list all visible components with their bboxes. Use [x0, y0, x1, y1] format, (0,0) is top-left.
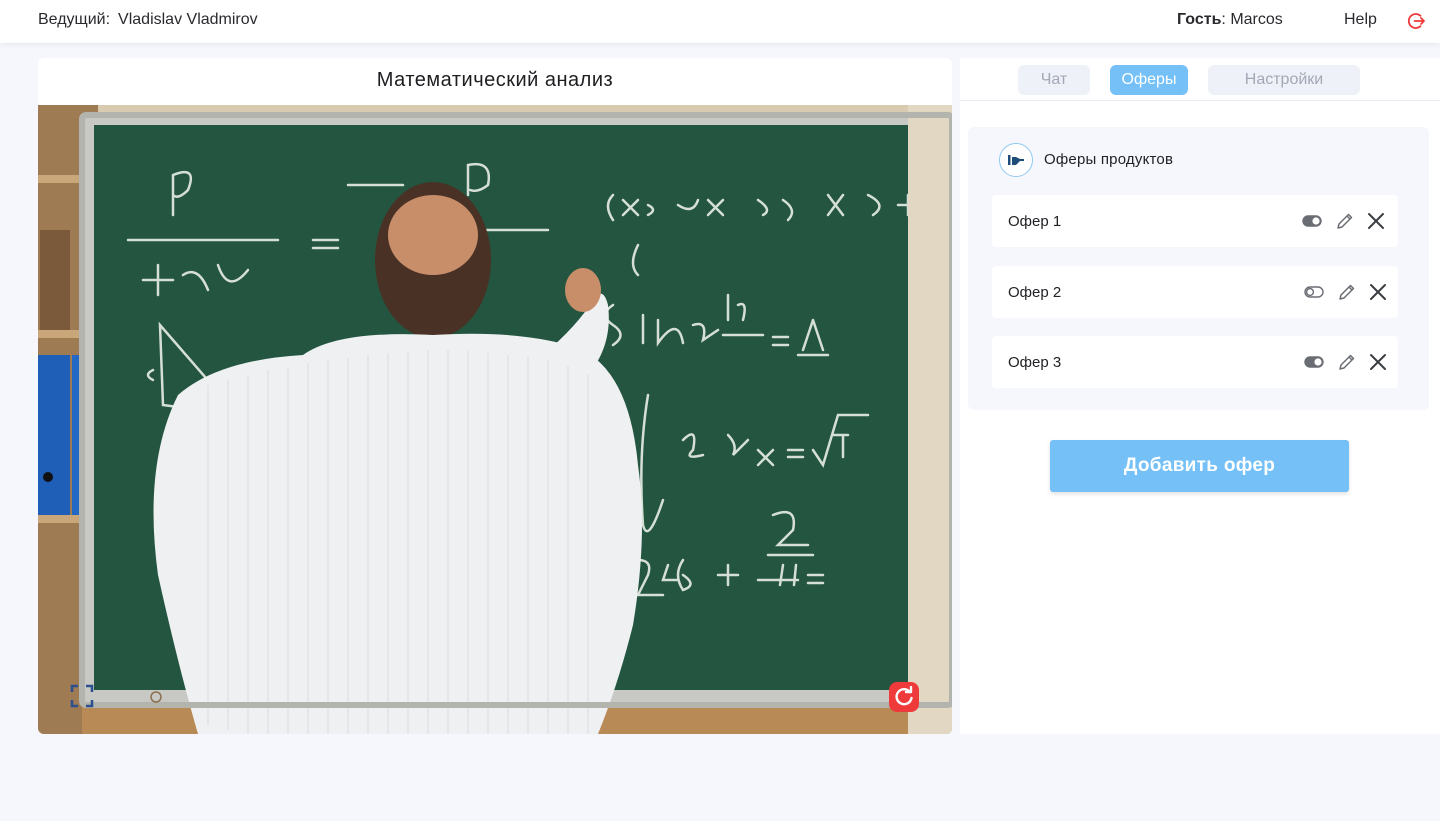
offer-row: Офер 3 [992, 336, 1398, 388]
offer-label: Офер 1 [1008, 213, 1062, 230]
side-panel: Чат Оферы Настройки Оферы продуктов Офер… [960, 58, 1440, 734]
offers-icon [999, 143, 1033, 177]
close-icon[interactable] [1368, 352, 1388, 372]
video-card: Математический анализ [38, 58, 952, 734]
tab-chat[interactable]: Чат [1018, 65, 1090, 95]
refresh-button[interactable] [889, 682, 919, 712]
expand-icon[interactable] [70, 684, 94, 708]
toggle-icon[interactable] [1304, 354, 1324, 370]
guest-separator: : [1221, 11, 1226, 28]
close-icon[interactable] [1366, 211, 1386, 231]
refresh-icon [895, 686, 913, 706]
offer-label: Офер 2 [1008, 284, 1062, 301]
add-offer-button[interactable]: Добавить офер [1050, 440, 1349, 492]
pencil-icon[interactable] [1335, 211, 1355, 231]
top-bar: Ведущий: Vladislav Vladmirov Гость: Marco… [0, 0, 1440, 43]
pencil-icon[interactable] [1337, 282, 1357, 302]
tab-bar: Чат Оферы Настройки [960, 58, 1440, 101]
host-name: Vladislav Vladmirov [118, 11, 258, 28]
tab-settings[interactable]: Настройки [1208, 65, 1360, 95]
toggle-icon[interactable] [1304, 284, 1324, 300]
offers-section: Оферы продуктов Офер 1 Офер 2 Офер 3 [968, 127, 1429, 410]
guest-label: Гость [1177, 11, 1222, 28]
video-stream[interactable] [38, 105, 952, 734]
offers-section-title: Оферы продуктов [1044, 151, 1174, 168]
offer-row: Офер 1 [992, 195, 1398, 247]
offer-label: Офер 3 [1008, 354, 1062, 371]
close-icon[interactable] [1368, 282, 1388, 302]
pencil-icon[interactable] [1337, 352, 1357, 372]
offer-row: Офер 2 [992, 266, 1398, 318]
host-info: Ведущий: Vladislav Vladmirov [38, 11, 258, 29]
guest-info: Гость: Marcos [1177, 11, 1283, 29]
host-label: Ведущий: [38, 11, 111, 28]
help-link[interactable]: Help [1344, 11, 1377, 29]
tab-offers[interactable]: Оферы [1110, 65, 1188, 95]
toggle-icon[interactable] [1302, 213, 1322, 229]
logout-icon[interactable] [1406, 11, 1426, 31]
video-title: Математический анализ [376, 69, 614, 91]
record-indicator-icon [150, 691, 162, 703]
guest-name: Marcos [1230, 11, 1283, 28]
